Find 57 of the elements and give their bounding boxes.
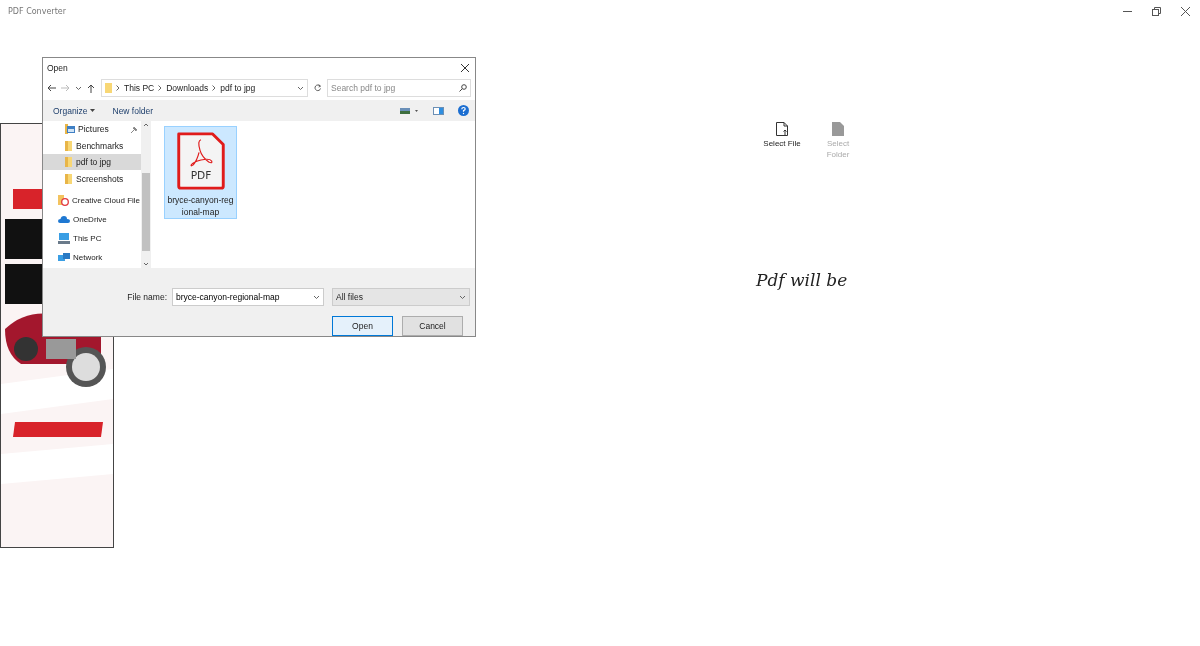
chevron-icon	[158, 85, 163, 92]
chevron-icon	[212, 85, 217, 92]
open-button[interactable]: Open	[332, 316, 393, 336]
up-arrow-icon[interactable]	[87, 83, 95, 93]
nav-pane-item[interactable]: OneDrive	[43, 209, 141, 229]
nav-pane-item[interactable]: pdf to jpg	[43, 153, 141, 171]
scroll-up-icon[interactable]	[143, 122, 149, 127]
back-arrow-icon[interactable]	[47, 84, 56, 93]
creative-cloud-folder-icon	[58, 194, 69, 206]
cloud-icon	[58, 215, 70, 224]
nav-pane-item[interactable]: Network	[43, 247, 141, 267]
view-options-icon[interactable]	[400, 107, 419, 114]
refresh-icon[interactable]	[313, 84, 321, 93]
select-file-button[interactable]: Select File	[760, 122, 804, 160]
address-bar[interactable]: This PC Downloads pdf to jpg	[101, 79, 308, 98]
dialog-title: Open	[47, 63, 69, 74]
nav-pane-item[interactable]: Creative Cloud File	[43, 190, 141, 210]
nav-pane-item[interactable]: Pictures	[43, 120, 141, 138]
new-folder-button[interactable]: New folder	[112, 105, 154, 116]
preview-pane-icon[interactable]	[433, 106, 444, 115]
pictures-folder-icon	[65, 124, 75, 135]
file-name-field[interactable]: bryce-canyon-regional-map	[172, 288, 324, 306]
network-icon	[58, 252, 70, 262]
close-icon[interactable]	[461, 64, 469, 73]
caret-icon	[89, 109, 95, 113]
file-item[interactable]: PDF bryce-canyon-regional-map	[164, 125, 237, 219]
restore-icon[interactable]	[1152, 6, 1161, 16]
folder-icon	[105, 83, 112, 94]
dropdown-caret-icon[interactable]	[313, 294, 320, 300]
document-icon	[832, 122, 844, 136]
pin-icon[interactable]	[131, 125, 138, 133]
organize-button[interactable]: Organize	[53, 105, 95, 116]
folder-icon	[65, 140, 73, 151]
nav-pane-item[interactable]: Benchmarks	[43, 137, 141, 154]
scroll-down-icon[interactable]	[143, 262, 149, 266]
status-text: Pdf will be	[756, 270, 848, 290]
file-name-label: File name:	[126, 292, 167, 302]
breadcrumb[interactable]: pdf to jpg	[220, 83, 256, 94]
search-field[interactable]: Search pdf to jpg	[327, 79, 471, 98]
chevron-icon	[116, 85, 120, 92]
folder-icon	[65, 173, 73, 184]
app-title: PDF Converter	[8, 6, 67, 16]
cancel-button[interactable]: Cancel	[402, 316, 463, 336]
recent-caret-icon[interactable]	[75, 85, 82, 91]
file-upload-icon	[776, 122, 788, 136]
file-type-dropdown[interactable]: All files	[332, 288, 470, 306]
folder-icon	[65, 157, 73, 168]
dropdown-caret-icon[interactable]	[459, 294, 466, 300]
breadcrumb[interactable]: This PC	[124, 83, 155, 94]
close-icon[interactable]	[1181, 6, 1190, 16]
nav-pane-item[interactable]: Screenshots	[43, 170, 141, 187]
search-icon	[459, 84, 467, 93]
dropdown-caret-icon[interactable]	[296, 85, 304, 91]
breadcrumb[interactable]: Downloads	[166, 83, 209, 94]
help-icon[interactable]	[458, 105, 469, 117]
computer-icon	[58, 232, 70, 244]
nav-pane-item[interactable]: This PC	[43, 228, 141, 248]
